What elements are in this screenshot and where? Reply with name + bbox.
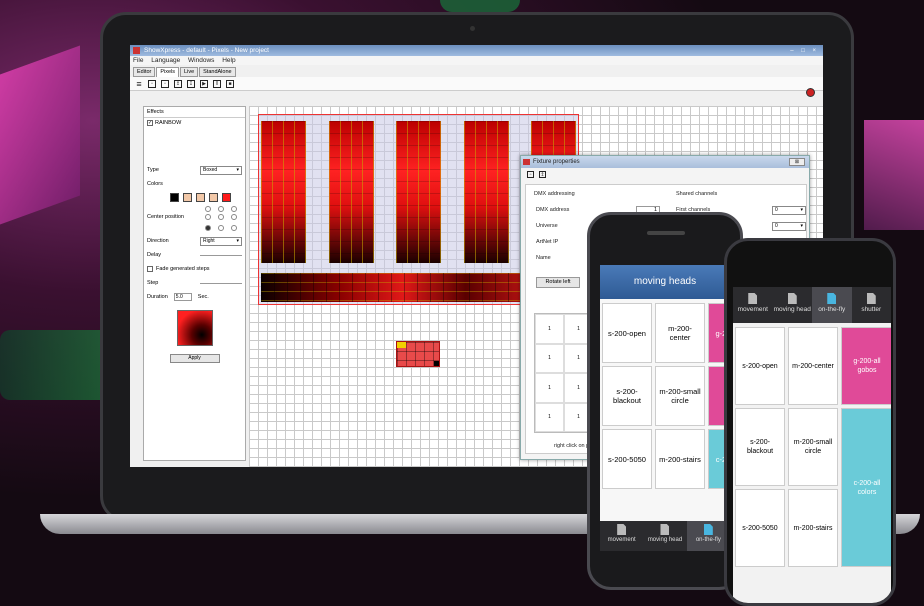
nav-moving-head[interactable]: moving head (773, 287, 813, 323)
fixture-pixel-grid[interactable]: 1 1 1 1 1 1 1 1 (534, 313, 594, 433)
nav-moving-head[interactable]: moving head (643, 521, 686, 551)
pixel-column (329, 121, 374, 263)
scene-button[interactable]: m-200-stairs (655, 429, 705, 489)
scene-button[interactable]: g-200-all gobos (841, 327, 891, 405)
fixture-end-marker (434, 361, 439, 366)
decor-green-top (440, 0, 520, 12)
nav-label: on-the-fly (695, 537, 721, 543)
decor-pink-light-left (0, 45, 80, 225)
phone1-nav: movement moving head on-the-fly (600, 521, 730, 551)
nav-label: moving head (773, 306, 811, 313)
pixel-column (396, 121, 441, 263)
pixel-column (261, 121, 306, 263)
nav-label: moving head (647, 537, 683, 543)
scene-button[interactable]: m-200-center (788, 327, 838, 405)
scene-button[interactable]: m-200-small circle (788, 408, 838, 486)
shared-channels-heading: Shared channels (676, 191, 718, 197)
nav-label: movement (607, 537, 636, 543)
scene-button[interactable]: m-200-small circle (655, 366, 705, 426)
file-icon (660, 524, 670, 535)
fixture-origin-marker (397, 342, 406, 348)
phone2-button-grid: s-200-open m-200-center g-200-all gobos … (735, 327, 891, 567)
pixel-cell[interactable]: 1 (535, 373, 564, 403)
file-icon (703, 524, 713, 535)
file-icon (617, 524, 627, 535)
scene-button[interactable]: s-200-blackout (602, 366, 652, 426)
name-label: Name (536, 255, 551, 261)
nav-movement[interactable]: movement (733, 287, 773, 323)
file-icon (866, 293, 876, 304)
save-icon[interactable]: ▫ (527, 171, 534, 178)
rotate-left-button[interactable]: Rotate left (536, 277, 580, 288)
pixel-cell[interactable]: 1 (535, 402, 564, 432)
pixel-cell[interactable]: 1 (535, 343, 564, 373)
pixel-cell[interactable]: 1 (535, 314, 564, 344)
scene-button[interactable]: m-200-stairs (788, 489, 838, 567)
file-icon (748, 293, 758, 304)
phone2-nav: movement moving head on-the-fly shutter (733, 287, 891, 323)
phone1-button-grid: s-200-open m-200-center g-20 s-200-black… (602, 303, 730, 489)
artnet-label: ArtNet IP (536, 239, 559, 245)
scene-button[interactable]: s-200-5050 (602, 429, 652, 489)
phone1-screen: moving heads s-200-open m-200-center g-2… (600, 265, 730, 551)
dialog-icon (523, 159, 530, 165)
phone-speaker (647, 231, 685, 235)
scene-button[interactable]: c-200-all colors (841, 408, 891, 567)
scene-button[interactable]: s-200-blackout (735, 408, 785, 486)
dialog-toolbar: ▫ ↥ (521, 168, 809, 182)
scene-button[interactable]: s-200-open (602, 303, 652, 363)
phone2-screen: movement moving head on-the-fly shutter … (733, 287, 891, 603)
phone-moving-heads: moving heads s-200-open m-200-center g-2… (587, 212, 743, 590)
scene-button[interactable]: s-200-open (735, 327, 785, 405)
universe-label: Universe (536, 223, 558, 229)
dmx-addressing-heading: DMX addressing (534, 191, 575, 197)
nav-on-the-fly[interactable]: on-the-fly (812, 287, 852, 323)
webcam (470, 26, 475, 31)
phone1-header: moving heads (600, 265, 730, 299)
nav-movement[interactable]: movement (600, 521, 643, 551)
nav-label: on-the-fly (818, 306, 846, 313)
nav-label: movement (737, 306, 768, 313)
first-channels-select[interactable]: 0 (772, 206, 806, 215)
nav-label: shutter (861, 306, 882, 313)
dialog-close-button[interactable]: ⊠ (789, 158, 805, 166)
fixture-block[interactable] (396, 341, 440, 367)
decor-green-fixture (0, 330, 110, 400)
export-icon[interactable]: ↥ (539, 171, 546, 178)
dmx-address-label: DMX address (536, 207, 570, 213)
scene-button[interactable]: s-200-5050 (735, 489, 785, 567)
file-icon (787, 293, 797, 304)
nav-shutter[interactable]: shutter (852, 287, 892, 323)
decor-pink-light-right (864, 120, 924, 230)
dialog-titlebar: Fixture properties ⊠ (521, 156, 809, 168)
second-channels-select[interactable]: 0 (772, 222, 806, 231)
dialog-title: Fixture properties (533, 159, 580, 165)
pixel-column (464, 121, 509, 263)
file-icon (827, 293, 837, 304)
scene-button[interactable]: m-200-center (655, 303, 705, 363)
phone-on-the-fly: movement moving head on-the-fly shutter … (724, 238, 896, 606)
